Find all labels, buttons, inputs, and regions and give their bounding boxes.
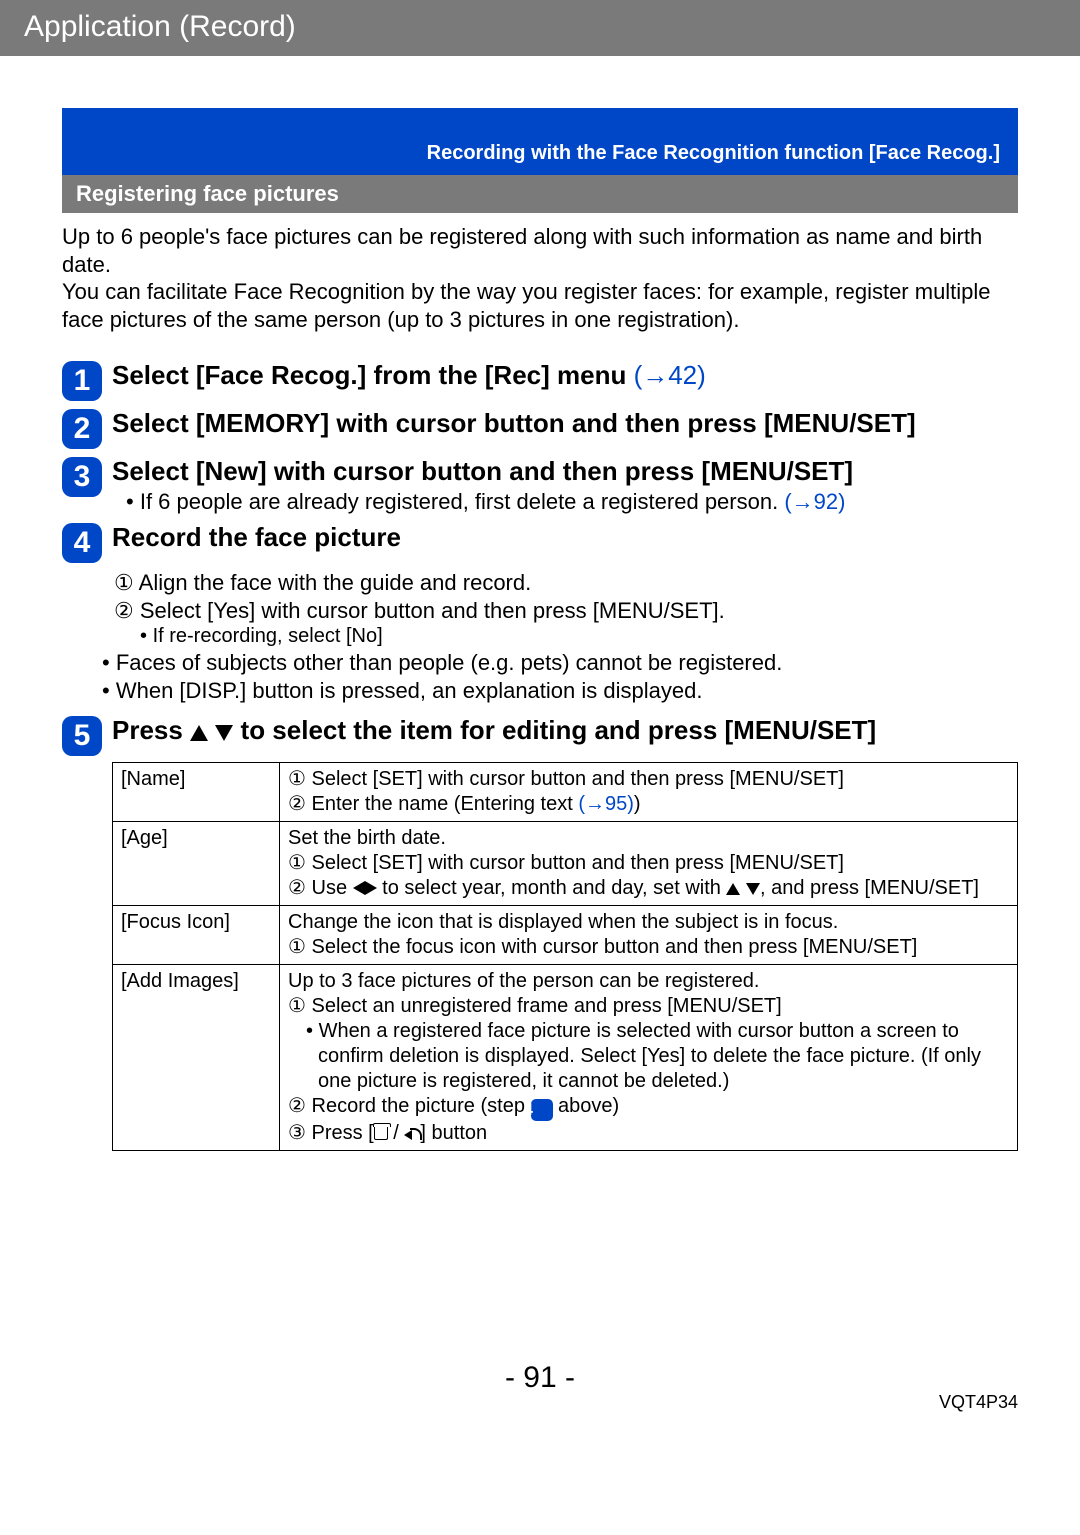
return-icon [404, 1128, 420, 1140]
chapter-header: Application (Record) [0, 0, 1080, 56]
name-l1: Select [SET] with cursor button and then… [312, 768, 844, 790]
intro-text: Up to 6 people's face pictures can be re… [62, 223, 1018, 333]
arrow-left-icon [353, 881, 365, 895]
step-badge-3: 3 [62, 457, 102, 497]
step-2-title: Select [MEMORY] with cursor button and t… [112, 407, 1018, 440]
cell-key-name: [Name] [113, 763, 280, 822]
step-4-sub2-note-text: If re-recording, select [No] [153, 625, 383, 647]
circled-1-icon: ① [288, 852, 306, 874]
section-subheader: Registering face pictures [62, 175, 1018, 213]
cell-key-age: [Age] [113, 822, 280, 906]
addimg-l2a: Record the picture (step [312, 1095, 531, 1117]
step-5-title-b: to select the item for editing and press… [233, 715, 876, 745]
document-code: VQT4P34 [939, 1392, 1018, 1413]
bullet-icon [102, 650, 116, 675]
step-3-note: If 6 people are already registered, firs… [112, 488, 1018, 516]
addimg-l3a: Press [ [312, 1122, 374, 1144]
addimg-l1: Select an unregistered frame and press [… [312, 995, 782, 1017]
addimg-l0: Up to 3 face pictures of the person can … [288, 969, 1009, 994]
topic-banner: Recording with the Face Recognition func… [62, 108, 1018, 175]
circled-3-icon: ③ [288, 1122, 306, 1144]
step-1-title-text: Select [Face Recog.] from the [Rec] menu [112, 360, 634, 390]
table-row-age: [Age] Set the birth date. ① Select [SET]… [113, 822, 1018, 906]
step-4-bullet2-text: When [DISP.] button is pressed, an expla… [116, 678, 703, 703]
page-footer: - 91 - VQT4P34 [0, 1361, 1080, 1421]
circled-2-icon: ② [114, 598, 134, 623]
cell-key-focus: [Focus Icon] [113, 906, 280, 965]
xref-92[interactable]: (→92) [784, 489, 845, 514]
step-1-title: Select [Face Recog.] from the [Rec] menu… [112, 359, 1018, 392]
cell-val-name: ① Select [SET] with cursor button and th… [280, 763, 1018, 822]
name-l2a: Enter the name (Entering text [312, 793, 579, 815]
arrow-down-icon [746, 883, 760, 895]
arrow-right-icon [365, 881, 377, 895]
step-4-sub2-note: If re-recording, select [No] [62, 624, 1018, 649]
circled-1-icon: ① [288, 936, 306, 958]
table-row-name: [Name] ① Select [SET] with cursor button… [113, 763, 1018, 822]
step-2: 2 Select [MEMORY] with cursor button and… [62, 407, 1018, 449]
addimg-l1s: When a registered face picture is select… [318, 1020, 981, 1092]
age-l2a: Use [312, 877, 353, 899]
step-5: 5 Press to select the item for editing a… [62, 714, 1018, 756]
step-4-sub1: ① Align the face with the guide and reco… [62, 569, 1018, 597]
xref-42[interactable]: (→42) [634, 360, 706, 390]
name-l2b: ) [634, 793, 641, 815]
bullet-icon [126, 489, 140, 514]
age-l2c: , and press [MENU/SET] [760, 877, 979, 899]
step-4-bullet2: When [DISP.] button is pressed, an expla… [62, 677, 1018, 705]
step-badge-1: 1 [62, 361, 102, 401]
step-3: 3 Select [New] with cursor button and th… [62, 455, 1018, 515]
cell-val-age: Set the birth date. ① Select [SET] with … [280, 822, 1018, 906]
circled-2-icon: ② [288, 877, 306, 899]
inline-step-4-badge: 4 [531, 1099, 553, 1121]
bullet-icon [102, 678, 116, 703]
step-4-bullet1: Faces of subjects other than people (e.g… [62, 649, 1018, 677]
step-4-bullet1-text: Faces of subjects other than people (e.g… [116, 650, 783, 675]
step-badge-5: 5 [62, 716, 102, 756]
step-3-title: Select [New] with cursor button and then… [112, 455, 1018, 488]
step-5-title-a: Press [112, 715, 190, 745]
circled-2-icon: ② [288, 1095, 306, 1117]
step-1: 1 Select [Face Recog.] from the [Rec] me… [62, 359, 1018, 401]
table-row-focus: [Focus Icon] Change the icon that is dis… [113, 906, 1018, 965]
addimg-l3c: ] button [420, 1122, 487, 1144]
circled-1-icon: ① [288, 768, 306, 790]
step-badge-4: 4 [62, 523, 102, 563]
trash-icon [374, 1127, 388, 1140]
circled-1-icon: ① [288, 995, 306, 1017]
edit-items-table: [Name] ① Select [SET] with cursor button… [112, 762, 1018, 1151]
age-l2b: to select year, month and day, set with [377, 877, 727, 899]
step-4: 4 Record the face picture [62, 521, 1018, 563]
step-4-sub1-text: Align the face with the guide and record… [139, 570, 532, 595]
arrow-up-icon [726, 883, 740, 895]
cell-val-focus: Change the icon that is displayed when t… [280, 906, 1018, 965]
cell-val-addimg: Up to 3 face pictures of the person can … [280, 965, 1018, 1151]
intro-line-1: Up to 6 people's face pictures can be re… [62, 224, 982, 277]
bullet-icon [306, 1020, 319, 1042]
intro-line-2: You can facilitate Face Recognition by t… [62, 279, 991, 332]
step-badge-2: 2 [62, 409, 102, 449]
addimg-l2b: above) [553, 1095, 620, 1117]
step-3-note-text: If 6 people are already registered, firs… [140, 489, 784, 514]
age-l0: Set the birth date. [288, 826, 1009, 851]
cell-key-addimg: [Add Images] [113, 965, 280, 1151]
bullet-icon [140, 625, 153, 647]
table-row-addimg: [Add Images] Up to 3 face pictures of th… [113, 965, 1018, 1151]
focus-l1: Select the focus icon with cursor button… [312, 936, 918, 958]
step-4-sub2-text: Select [Yes] with cursor button and then… [140, 598, 725, 623]
page-body: Recording with the Face Recognition func… [0, 108, 1080, 1151]
circled-2-icon: ② [288, 793, 306, 815]
step-4-title: Record the face picture [112, 521, 1018, 554]
arrow-down-icon [215, 725, 233, 741]
arrow-up-icon [190, 725, 208, 741]
age-l1: Select [SET] with cursor button and then… [312, 852, 844, 874]
step-4-sub2: ② Select [Yes] with cursor button and th… [62, 597, 1018, 625]
xref-95[interactable]: (→95) [578, 793, 634, 815]
circled-1-icon: ① [114, 570, 134, 595]
page-number: - 91 - [0, 1361, 1080, 1395]
focus-l0: Change the icon that is displayed when t… [288, 910, 1009, 935]
step-5-title: Press to select the item for editing and… [112, 714, 1018, 747]
